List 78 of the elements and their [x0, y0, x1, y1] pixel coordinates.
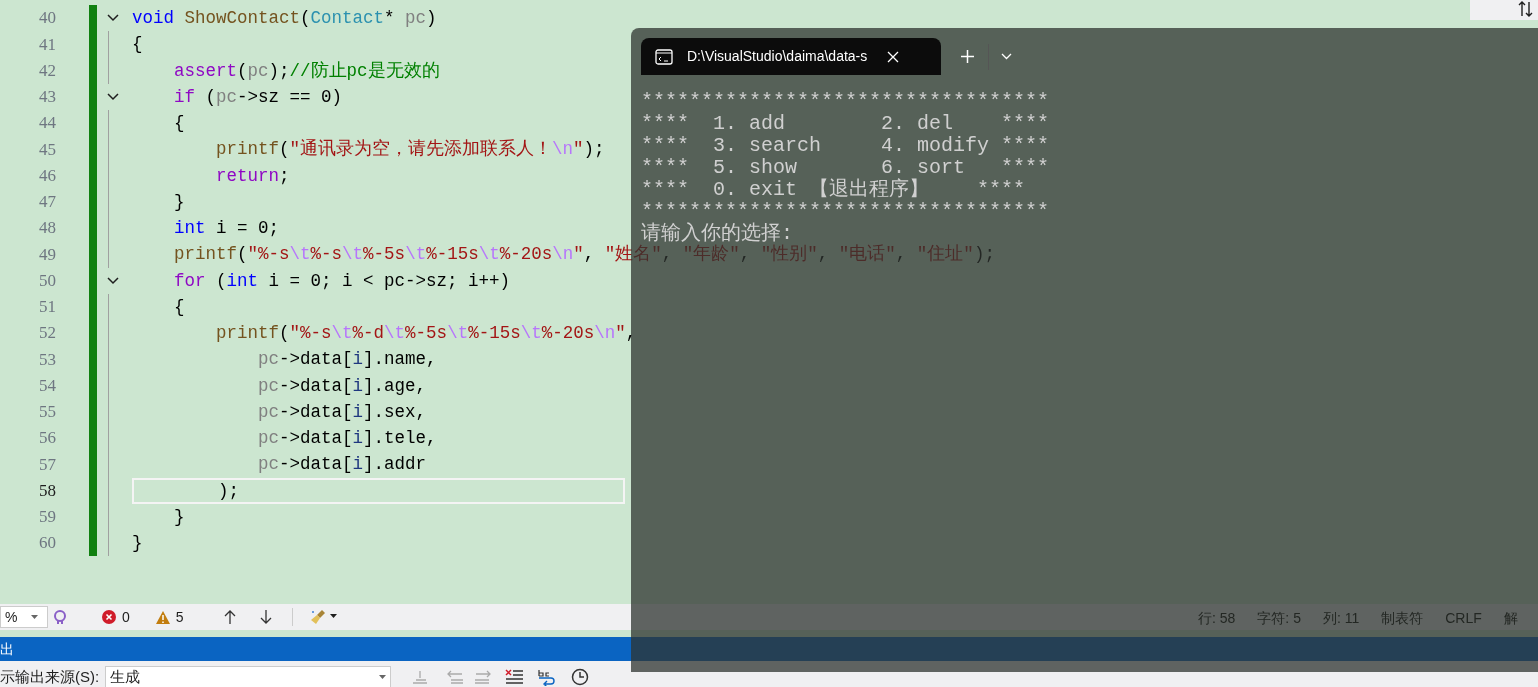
line-number: 50 [38, 269, 56, 292]
line-number: 57 [38, 453, 56, 476]
error-icon [102, 610, 116, 624]
word-wrap-icon[interactable] [537, 668, 558, 686]
console-line: **** 0. exit 【退出程序】 **** [641, 179, 1026, 201]
error-count[interactable]: 0 [122, 606, 130, 628]
caret-icon [31, 615, 39, 619]
code-line: { [173, 112, 185, 135]
code-line: if (pc->sz == 0) [173, 85, 343, 108]
line-number: 54 [38, 374, 56, 397]
code-line: return; [215, 164, 290, 187]
sort-icon[interactable] [1518, 0, 1534, 18]
collapse-chevron-icon[interactable] [107, 92, 119, 101]
code-line: } [173, 505, 185, 528]
line-number: 40 [38, 7, 56, 30]
collapse-chevron-icon[interactable] [107, 14, 119, 23]
code-line: pc->data[i].sex, [257, 400, 427, 423]
line-number: 51 [38, 296, 56, 319]
code-line: printf("通讯录为空，请先添加联系人！\n"); [215, 138, 605, 161]
panel-title: 出 [0, 639, 14, 659]
caret-icon [379, 675, 387, 679]
console-line: **** 1. add 2. del **** [641, 113, 1050, 135]
code-line: int i = 0; [173, 217, 280, 240]
code-line: printf("%-s\t%-d\t%-5s\t%-15s\t%-20s\n", [215, 322, 637, 345]
code-line: pc->data[i].name, [257, 348, 437, 371]
console-line: 请输入你的选择: [641, 223, 793, 245]
line-number: 53 [38, 348, 56, 371]
tab-title: D:\VisualStudio\daima\data-s [687, 47, 868, 66]
status-item[interactable]: 解 [1503, 608, 1518, 629]
zoom-dropdown[interactable]: % [0, 606, 48, 628]
source-dropdown[interactable]: 生成 [105, 666, 392, 687]
line-number: 41 [38, 33, 56, 56]
code-line: pc->data[i].addr [257, 453, 427, 476]
code-line: pc->data[i].tele, [257, 427, 437, 450]
console-line: **** 5. show 6. sort **** [641, 157, 1050, 179]
chevron-down-icon[interactable] [1001, 53, 1012, 60]
line-number: 55 [38, 401, 56, 424]
line-number: 44 [38, 112, 56, 135]
up-arrow-icon[interactable] [223, 610, 236, 624]
status-item[interactable]: 制表符 [1381, 608, 1424, 629]
down-arrow-icon[interactable] [259, 610, 272, 624]
code-line: void ShowContact(Contact* pc) [132, 7, 437, 30]
line-number: 43 [38, 86, 56, 109]
status-item[interactable]: 行: 58 [1198, 608, 1236, 629]
line-number: 56 [38, 427, 56, 450]
code-line: pc->data[i].age, [257, 374, 427, 397]
warning-icon [155, 610, 170, 624]
console-line: **** 3. search 4. modify **** [641, 135, 1050, 157]
status-item[interactable]: 列: 11 [1322, 608, 1360, 629]
code-line: assert(pc);//防止pc是无效的 [173, 59, 440, 82]
clear-list-icon[interactable] [505, 669, 524, 685]
code-line: } [132, 532, 143, 555]
plus-icon[interactable] [961, 50, 974, 63]
line-number: 47 [38, 191, 56, 214]
line-number: 58 [38, 479, 56, 502]
warning-count[interactable]: 5 [175, 606, 184, 628]
console-line: ********************************** [641, 201, 1050, 223]
code-line: for (int i = 0; i < pc->sz; i++) [173, 269, 511, 292]
line-number: 46 [38, 164, 56, 187]
console-line: ********************************** [641, 91, 1050, 113]
line-number: 52 [38, 322, 56, 345]
status-item[interactable]: CRLF [1445, 608, 1482, 629]
status-item[interactable]: 字符: 5 [1257, 608, 1301, 629]
terminal-tab[interactable]: D:\VisualStudio\daima\data-s [641, 38, 941, 75]
line-number: 60 [38, 532, 56, 555]
source-label: 示输出来源(S): [0, 666, 100, 687]
line-number: 49 [38, 243, 56, 266]
close-icon[interactable] [887, 50, 900, 63]
line-number: 42 [38, 59, 56, 82]
code-line: } [173, 190, 185, 213]
line-number: 45 [38, 138, 56, 161]
console-icon [655, 48, 673, 65]
clock-icon[interactable] [571, 668, 590, 686]
line-number: 48 [38, 217, 56, 240]
line-number: 59 [38, 506, 56, 529]
collapse-chevron-icon[interactable] [107, 276, 119, 285]
code-line: { [173, 295, 185, 318]
code-line: { [132, 33, 143, 56]
